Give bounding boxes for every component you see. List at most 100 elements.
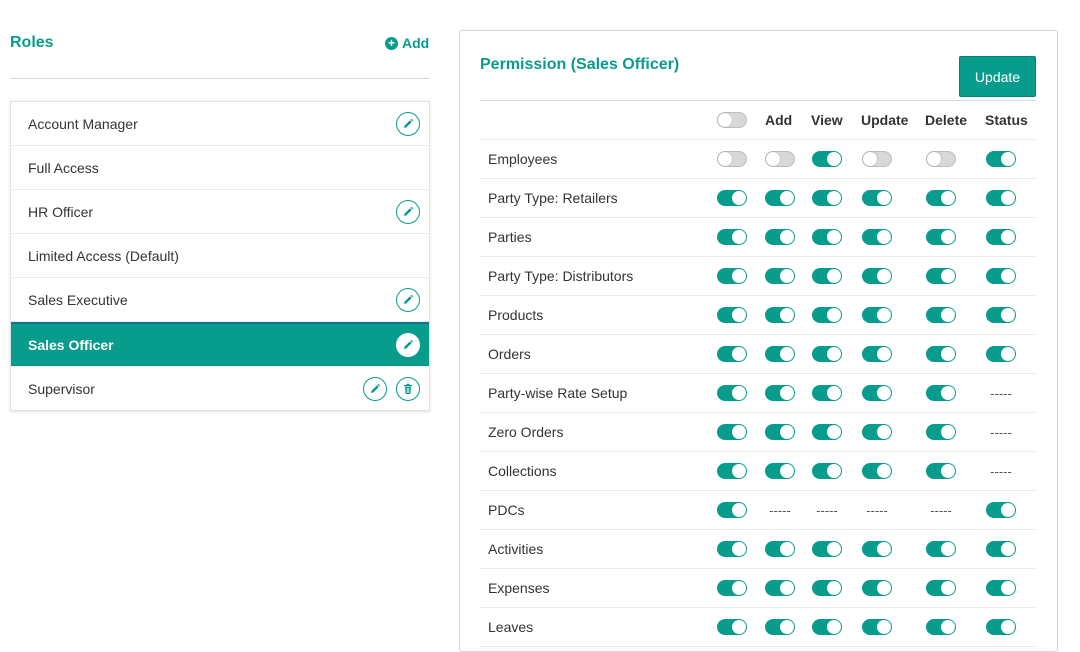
pencil-icon[interactable] <box>396 333 420 357</box>
permission-toggle[interactable] <box>717 424 747 440</box>
permission-toggle[interactable] <box>717 229 747 245</box>
toggle-knob <box>941 581 955 595</box>
permission-toggle[interactable] <box>717 385 747 401</box>
permission-toggle[interactable] <box>986 307 1016 323</box>
permission-cell <box>919 140 963 178</box>
permission-toggle[interactable] <box>926 307 956 323</box>
trash-icon[interactable] <box>396 376 420 401</box>
permission-toggle[interactable] <box>765 424 795 440</box>
permission-toggle[interactable] <box>986 580 1016 596</box>
permission-toggle[interactable] <box>765 190 795 206</box>
permission-toggle[interactable] <box>765 619 795 635</box>
permission-toggle[interactable] <box>717 346 747 362</box>
permission-toggle[interactable] <box>717 307 747 323</box>
permission-toggle[interactable] <box>862 463 892 479</box>
add-role-button[interactable]: + Add <box>385 35 429 51</box>
permission-row-label: Employees <box>488 151 558 167</box>
permission-toggle[interactable] <box>926 346 956 362</box>
toggle-knob <box>732 269 746 283</box>
toggle-knob <box>732 620 746 634</box>
role-item[interactable]: Account Manager <box>11 102 429 146</box>
permission-toggle[interactable] <box>862 619 892 635</box>
permission-row-label: Party Type: Retailers <box>488 190 618 206</box>
permission-toggle[interactable] <box>926 580 956 596</box>
permission-toggle[interactable] <box>862 580 892 596</box>
permission-toggle[interactable] <box>862 385 892 401</box>
permission-toggle[interactable] <box>926 541 956 557</box>
permission-toggle[interactable] <box>812 541 842 557</box>
permission-toggle[interactable] <box>812 619 842 635</box>
permission-toggle[interactable] <box>812 190 842 206</box>
permission-toggle[interactable] <box>717 463 747 479</box>
permission-toggle[interactable] <box>717 580 747 596</box>
permission-toggle[interactable] <box>812 424 842 440</box>
role-item[interactable]: Full Access <box>11 146 429 190</box>
pencil-icon[interactable] <box>396 287 420 312</box>
permission-toggle[interactable] <box>812 268 842 284</box>
role-item[interactable]: Sales Executive <box>11 278 429 322</box>
permission-toggle[interactable] <box>862 151 892 167</box>
permission-toggle[interactable] <box>812 463 842 479</box>
permission-toggle[interactable] <box>765 346 795 362</box>
pencil-icon[interactable] <box>363 376 387 401</box>
permission-toggle[interactable] <box>862 424 892 440</box>
permission-toggle[interactable] <box>765 307 795 323</box>
permission-toggle[interactable] <box>812 151 842 167</box>
toggle-knob <box>780 191 794 205</box>
permission-toggle[interactable] <box>862 346 892 362</box>
permission-toggle[interactable] <box>765 541 795 557</box>
toggle-knob <box>1001 581 1015 595</box>
select-all-toggle[interactable] <box>717 112 747 128</box>
permission-toggle[interactable] <box>926 424 956 440</box>
permission-toggle[interactable] <box>926 151 956 167</box>
permission-toggle[interactable] <box>812 385 842 401</box>
permission-cell <box>758 218 802 256</box>
permission-toggle[interactable] <box>717 541 747 557</box>
update-button[interactable]: Update <box>959 56 1036 97</box>
permission-toggle[interactable] <box>717 502 747 518</box>
pencil-icon[interactable] <box>396 199 420 224</box>
permission-toggle[interactable] <box>862 307 892 323</box>
role-item[interactable]: Limited Access (Default) <box>11 234 429 278</box>
permission-toggle[interactable] <box>765 268 795 284</box>
permission-toggle[interactable] <box>812 307 842 323</box>
permission-toggle[interactable] <box>926 268 956 284</box>
permission-toggle[interactable] <box>862 541 892 557</box>
permission-toggle[interactable] <box>717 619 747 635</box>
permission-toggle[interactable] <box>926 190 956 206</box>
role-item[interactable]: Sales Officer <box>11 322 429 367</box>
permission-toggle[interactable] <box>926 463 956 479</box>
permission-cell <box>855 569 899 607</box>
permission-toggle[interactable] <box>986 151 1016 167</box>
role-item[interactable]: Supervisor <box>11 367 429 410</box>
permission-toggle[interactable] <box>812 580 842 596</box>
permission-toggle[interactable] <box>862 229 892 245</box>
permission-toggle[interactable] <box>986 619 1016 635</box>
permission-toggle[interactable] <box>765 580 795 596</box>
permission-toggle[interactable] <box>986 190 1016 206</box>
permission-row: Zero Orders ----- <box>480 413 1036 452</box>
permission-toggle[interactable] <box>926 229 956 245</box>
permission-toggle[interactable] <box>926 619 956 635</box>
role-item[interactable]: HR Officer <box>11 190 429 234</box>
permission-toggle[interactable] <box>765 385 795 401</box>
permission-toggle[interactable] <box>765 229 795 245</box>
permission-toggle[interactable] <box>717 268 747 284</box>
permission-cell <box>805 374 849 412</box>
permission-toggle[interactable] <box>765 463 795 479</box>
permission-toggle[interactable] <box>765 151 795 167</box>
permission-toggle[interactable] <box>717 151 747 167</box>
permission-toggle[interactable] <box>986 268 1016 284</box>
permission-toggle[interactable] <box>986 541 1016 557</box>
permission-toggle[interactable] <box>812 229 842 245</box>
permission-toggle[interactable] <box>862 190 892 206</box>
permission-cell <box>979 335 1023 373</box>
permission-toggle[interactable] <box>717 190 747 206</box>
permission-toggle[interactable] <box>986 346 1016 362</box>
permission-toggle[interactable] <box>812 346 842 362</box>
permission-toggle[interactable] <box>986 502 1016 518</box>
permission-toggle[interactable] <box>986 229 1016 245</box>
permission-toggle[interactable] <box>862 268 892 284</box>
permission-toggle[interactable] <box>926 385 956 401</box>
pencil-icon[interactable] <box>396 111 420 136</box>
